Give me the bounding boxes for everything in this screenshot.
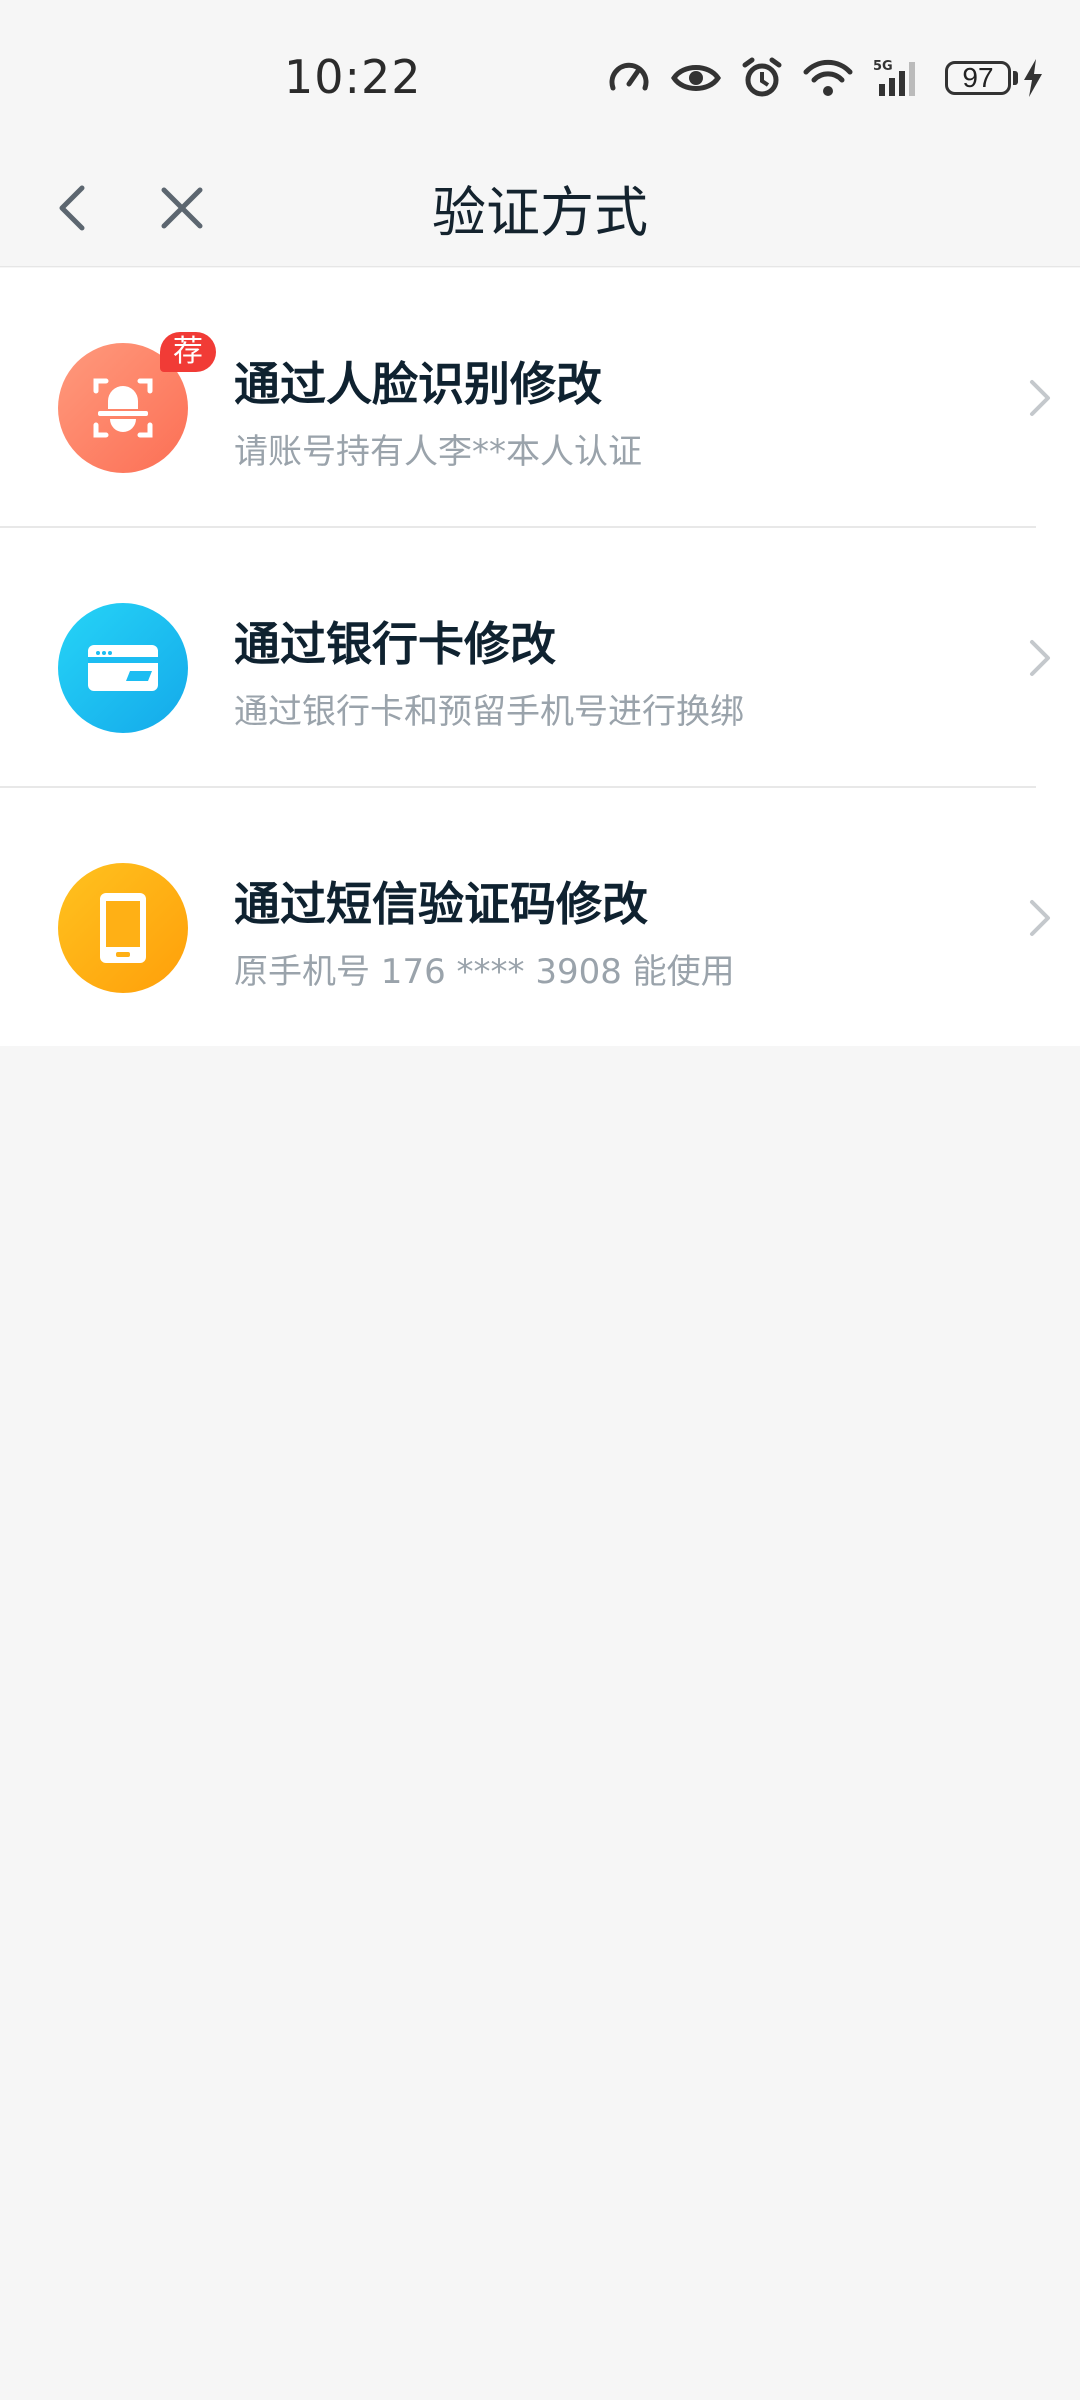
nav-header: 验证方式 xyxy=(0,150,1080,267)
battery-indicator: 97 xyxy=(945,59,1044,97)
verification-options-list: 荐 通过人脸识别修改 请账号持有人李**本人认证 通过银行卡修改 通过银行卡和预… xyxy=(0,268,1080,1046)
chevron-right-icon xyxy=(1030,640,1050,676)
signal-icon: 5G xyxy=(873,59,915,96)
battery-level: 97 xyxy=(945,61,1011,95)
charging-icon xyxy=(1024,59,1042,97)
option-bank-card[interactable]: 通过银行卡修改 通过银行卡和预留手机号进行换绑 xyxy=(0,526,1050,786)
network-type: 5G xyxy=(873,59,893,74)
option-title: 通过银行卡修改 xyxy=(234,617,556,671)
eye-icon xyxy=(671,65,721,91)
phone-icon xyxy=(58,863,188,993)
speedometer-icon xyxy=(609,62,649,91)
alarm-icon xyxy=(742,57,782,97)
recommended-badge: 荐 xyxy=(160,332,216,372)
status-bar: 10:22 5G 97 xyxy=(0,0,1080,150)
option-subtitle: 请账号持有人李**本人认证 xyxy=(234,432,642,472)
page-title: 验证方式 xyxy=(432,181,648,244)
option-title: 通过短信验证码修改 xyxy=(234,877,648,931)
chevron-right-icon xyxy=(1030,380,1050,416)
status-icons: 5G 97 xyxy=(607,56,1044,100)
option-subtitle: 通过银行卡和预留手机号进行换绑 xyxy=(234,692,744,732)
bank-card-icon xyxy=(58,603,188,733)
option-subtitle: 原手机号 176 **** 3908 能使用 xyxy=(234,952,735,992)
option-sms-code[interactable]: 通过短信验证码修改 原手机号 176 **** 3908 能使用 xyxy=(0,786,1050,1046)
chevron-right-icon xyxy=(1030,900,1050,936)
option-face-recognition[interactable]: 荐 通过人脸识别修改 请账号持有人李**本人认证 xyxy=(0,268,1080,526)
wifi-icon xyxy=(803,59,853,96)
status-time: 10:22 xyxy=(284,50,422,104)
option-title: 通过人脸识别修改 xyxy=(234,357,602,411)
